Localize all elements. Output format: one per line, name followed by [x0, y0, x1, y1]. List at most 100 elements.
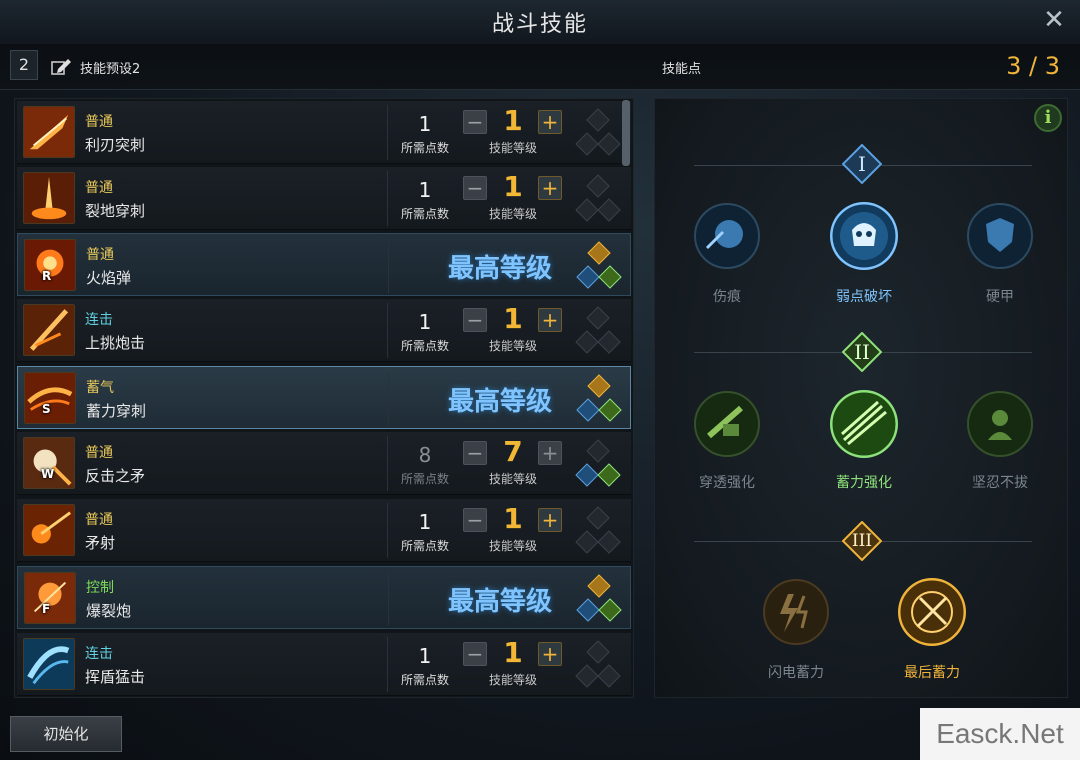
hotkey-label: S [42, 402, 51, 416]
required-points-label: 所需点数 [400, 207, 449, 221]
skill-level: 7 [503, 435, 523, 468]
skill-row[interactable]: 连击 挥盾猛击 1 所需点数 − 1 + 技能等级 [17, 633, 631, 696]
decrease-level-button[interactable]: − [463, 508, 487, 532]
scrollbar-thumb[interactable] [622, 100, 630, 166]
skill-name: 利刃突刺 [85, 136, 146, 154]
hotkey-label: F [42, 602, 51, 616]
tripod-inactive-icon [575, 506, 621, 554]
weakpoint-node-icon[interactable] [830, 202, 898, 270]
skill-level-label: 技能等级 [488, 673, 537, 687]
divider [388, 238, 389, 293]
charged-pierce-icon [24, 372, 76, 424]
skill-name: 上挑炮击 [85, 334, 146, 352]
node-label: 闪电蓄力 [768, 665, 824, 681]
skill-level-label: 技能等级 [488, 539, 537, 553]
hotkey-label: R [42, 269, 52, 283]
increase-level-button[interactable]: + [538, 642, 562, 666]
skill-name: 裂地穿刺 [85, 202, 146, 220]
skill-row[interactable]: W 普通 反击之矛 8 所需点数 − 7 + 技能等级 [17, 432, 631, 495]
final-charge-node-icon[interactable] [898, 578, 966, 646]
required-points: 1 [418, 178, 432, 202]
lightning-charge-node-icon[interactable] [762, 578, 830, 646]
skill-name: 爆裂炮 [86, 602, 132, 620]
tier-2-label: II [854, 340, 870, 364]
required-points-label: 所需点数 [400, 539, 449, 553]
decrease-level-button[interactable]: − [463, 441, 487, 465]
blade-thrust-icon [23, 106, 75, 158]
required-points-label: 所需点数 [400, 673, 449, 687]
skill-row[interactable]: 连击 上挑炮击 1 所需点数 − 1 + 技能等级 [17, 299, 631, 362]
increase-level-button[interactable]: + [538, 308, 562, 332]
decrease-level-button[interactable]: − [463, 642, 487, 666]
close-icon[interactable]: ✕ [1040, 6, 1068, 34]
required-points: 1 [418, 310, 432, 334]
tripod-inactive-icon [575, 640, 621, 688]
skill-row[interactable]: 普通 裂地穿刺 1 所需点数 − 1 + 技能等级 [17, 167, 631, 230]
hotkey-label: W [41, 467, 55, 481]
divider [387, 105, 388, 160]
skill-type: 连击 [85, 646, 113, 662]
required-points: 1 [418, 112, 432, 136]
skill-list[interactable]: 普通 利刃突刺 1 所需点数 − 1 + 技能等级 普通 裂地穿刺 1 所需点数… [14, 98, 634, 698]
node-label: 硬甲 [986, 289, 1014, 305]
hard-armor-node-icon[interactable] [966, 202, 1034, 270]
decrease-level-button[interactable]: − [463, 176, 487, 200]
skill-row[interactable]: 普通 矛射 1 所需点数 − 1 + 技能等级 [17, 499, 631, 562]
skill-type: 连击 [85, 312, 113, 328]
skill-level: 1 [503, 636, 523, 669]
skill-name: 反击之矛 [85, 467, 146, 485]
fireball-icon [24, 239, 76, 291]
skill-type: 普通 [86, 247, 114, 263]
skill-type: 蓄气 [86, 380, 114, 396]
tripod-active-icon [576, 241, 622, 289]
watermark: Easck.Net [920, 708, 1080, 760]
burst-cannon-icon [24, 572, 76, 624]
skill-row[interactable]: R 普通 火焰弹 最高等级 [17, 233, 631, 296]
info-icon[interactable]: i [1034, 104, 1062, 132]
tier-1-badge: I [842, 144, 882, 184]
increase-level-button[interactable]: + [538, 441, 562, 465]
required-points: 1 [418, 510, 432, 534]
required-points-label: 所需点数 [400, 141, 449, 155]
divider [387, 503, 388, 558]
divider [387, 637, 388, 692]
increase-level-button[interactable]: + [538, 508, 562, 532]
skill-name: 蓄力穿刺 [86, 402, 147, 420]
skill-points-value: 3 / 3 [1006, 52, 1060, 80]
skill-level-label: 技能等级 [488, 472, 537, 486]
counter-spear-icon [23, 437, 75, 489]
skill-type: 普通 [85, 445, 113, 461]
perseverance-node-icon[interactable] [966, 390, 1034, 458]
preset-bar [0, 44, 1080, 90]
skill-level: 1 [503, 502, 523, 535]
shield-bash-icon [23, 638, 75, 690]
max-level-text: 最高等级 [448, 387, 553, 417]
charge-boost-node-icon[interactable] [830, 390, 898, 458]
decrease-level-button[interactable]: − [463, 308, 487, 332]
reset-button[interactable]: 初始化 [10, 716, 122, 752]
scar-node-icon[interactable] [693, 202, 761, 270]
node-label: 穿透强化 [699, 475, 755, 491]
node-label: 坚忍不拔 [972, 475, 1028, 491]
skill-name: 挥盾猛击 [85, 668, 146, 686]
skill-row[interactable]: F 控制 爆裂炮 最高等级 [17, 566, 631, 629]
tripod-inactive-icon [575, 108, 621, 156]
skill-level-label: 技能等级 [488, 339, 537, 353]
divider [387, 436, 388, 491]
window-title: 战斗技能 [491, 12, 588, 37]
divider [388, 371, 389, 426]
node-label: 伤痕 [713, 289, 741, 305]
skill-level: 1 [503, 170, 523, 203]
skill-row[interactable]: S 蓄气 蓄力穿刺 最高等级 [17, 366, 631, 429]
required-points-label: 所需点数 [400, 472, 449, 486]
skill-level: 1 [503, 302, 523, 335]
increase-level-button[interactable]: + [538, 110, 562, 134]
increase-level-button[interactable]: + [538, 176, 562, 200]
preset-number[interactable]: 2 [10, 50, 38, 80]
tier-3-badge: III [842, 521, 882, 561]
decrease-level-button[interactable]: − [463, 110, 487, 134]
penetration-node-icon[interactable] [693, 390, 761, 458]
spear-shot-icon [23, 504, 75, 556]
skill-row[interactable]: 普通 利刃突刺 1 所需点数 − 1 + 技能等级 [17, 101, 631, 164]
edit-icon[interactable] [50, 56, 72, 76]
